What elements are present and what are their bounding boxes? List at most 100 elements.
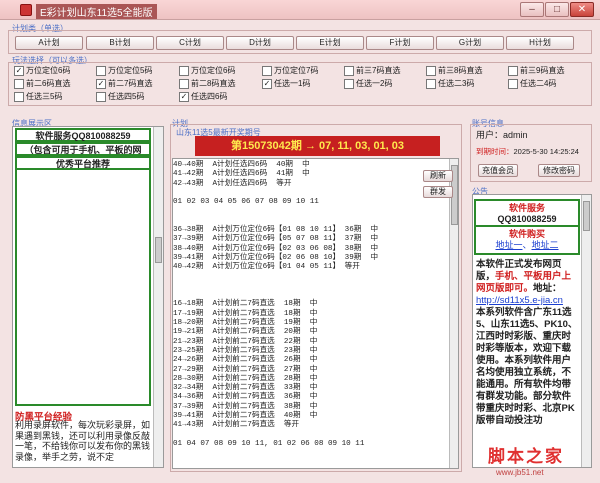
watermark-site: www.jb51.net — [496, 468, 544, 477]
checkbox-box[interactable] — [426, 65, 436, 76]
checkbox-box[interactable] — [262, 78, 272, 89]
play-option-label: 前二8码直选 — [191, 79, 236, 88]
play-option-checkbox[interactable]: 任选三5码 — [14, 91, 62, 102]
play-option-label: 前三8码直选 — [438, 66, 483, 75]
play-option-checkbox[interactable]: 任选二3码 — [426, 78, 474, 89]
expiry-row: 到期时间：2025-5-30 14:25:24 — [476, 146, 579, 157]
play-option-checkbox[interactable]: 万位定位5码 — [96, 65, 152, 76]
checkbox-box[interactable] — [14, 78, 24, 89]
group-send-button[interactable]: 群发 — [423, 186, 453, 198]
checkbox-box[interactable] — [14, 91, 24, 102]
notice-scroll-thumb[interactable] — [583, 201, 590, 231]
plan-text-area[interactable]: 40→40期 A计划任选四6码 40期 中 41→42期 A计划任选四6码 41… — [172, 158, 459, 469]
info-scrollbar[interactable] — [153, 127, 163, 467]
title-bar: E彩计划山东11选5全能版 – □ ✕ — [0, 0, 600, 20]
plan-scrollbar[interactable] — [449, 159, 458, 468]
checkbox-box[interactable] — [179, 91, 189, 102]
recommend-title: 优秀平台推荐 — [15, 156, 151, 170]
checkbox-box[interactable] — [179, 78, 189, 89]
play-option-checkbox[interactable]: 任选四6码 — [179, 91, 227, 102]
notice-panel: 软件服务 QQ810088259 软件购买 地址一、地址二 本软件正式发布网页版… — [472, 194, 592, 468]
service-subtitle: （包含可用于手机、平板的网 — [15, 142, 151, 156]
app-icon — [20, 4, 32, 16]
recharge-button[interactable]: 充值会员 — [478, 164, 518, 177]
play-option-checkbox[interactable]: 任选二4码 — [508, 78, 556, 89]
play-option-checkbox[interactable]: 万位定位6码 — [179, 65, 235, 76]
user-row: 用户：admin — [476, 128, 528, 141]
play-option-label: 前二6码直选 — [26, 79, 71, 88]
play-option-checkbox[interactable]: 前二6码直选 — [14, 78, 70, 89]
checkbox-box[interactable] — [96, 78, 106, 89]
user-label: 用户： — [476, 130, 504, 140]
play-option-label: 任选二4码 — [520, 79, 557, 88]
maximize-button[interactable]: □ — [545, 2, 569, 17]
plan-f-button[interactable]: F计划 — [366, 36, 434, 50]
play-option-checkbox[interactable]: 任选一2码 — [344, 78, 392, 89]
play-option-label: 任选三5码 — [26, 92, 63, 101]
plan-a-button[interactable]: A计划 — [15, 36, 83, 50]
close-button[interactable]: ✕ — [570, 2, 594, 17]
notice-body: 本软件正式发布网页版，手机、平板用户上网页版即可。地址： http://sd11… — [476, 259, 580, 427]
info-scroll-thumb[interactable] — [155, 237, 162, 263]
info-panel: 软件服务QQ810088259 （包含可用于手机、平板的网 优秀平台推荐 防黑平… — [12, 126, 164, 468]
play-option-checkbox[interactable]: 万位定位7码 — [262, 65, 318, 76]
checkbox-box[interactable] — [96, 91, 106, 102]
plan-h-button[interactable]: H计划 — [506, 36, 574, 50]
plan-b-button[interactable]: B计划 — [86, 36, 154, 50]
play-option-label: 万位定位6码 — [191, 66, 236, 75]
play-option-checkbox[interactable]: 前二8码直选 — [179, 78, 235, 89]
service-qq: 软件服务QQ810088259 — [15, 128, 151, 142]
play-options: 万位定位6码 万位定位5码 万位定位6码 万位定位7码 前三7码直选 前三8码直选 前三9码… — [14, 65, 589, 105]
recommend-box — [15, 170, 151, 406]
play-option-label: 万位定位6码 — [26, 66, 71, 75]
plan-e-button[interactable]: E计划 — [296, 36, 364, 50]
play-option-label: 前三9码直选 — [520, 66, 565, 75]
checkbox-box[interactable] — [508, 78, 518, 89]
plan-c-button[interactable]: C计划 — [156, 36, 224, 50]
notice-url-link[interactable]: http://sd11x5.e-jia.cn — [476, 295, 563, 306]
play-option-label: 任选二3码 — [438, 79, 475, 88]
checkbox-box[interactable] — [262, 65, 272, 76]
change-password-button[interactable]: 修改密码 — [538, 164, 580, 177]
latest-draw-banner: 第15073042期 → 07, 11, 03, 01, 03 — [195, 136, 440, 156]
checkbox-box[interactable] — [344, 78, 354, 89]
checkbox-box[interactable] — [14, 65, 24, 76]
play-option-checkbox[interactable]: 前二7码直选 — [96, 78, 152, 89]
play-option-label: 任选四6码 — [191, 92, 228, 101]
checkbox-box[interactable] — [426, 78, 436, 89]
play-option-checkbox[interactable]: 任选四5码 — [96, 91, 144, 102]
notice-qq: QQ810088259 — [497, 214, 557, 224]
window-title: E彩计划山东11选5全能版 — [36, 4, 157, 19]
play-option-label: 任选一1码 — [274, 79, 311, 88]
notice-scrollbar[interactable] — [581, 195, 591, 467]
expiry-time: 2025-5-30 14:25:24 — [513, 147, 579, 156]
notice-buy-box: 软件购买 地址一、地址二 — [474, 227, 580, 255]
play-option-checkbox[interactable]: 前三7码直选 — [344, 65, 400, 76]
play-option-label: 前二7码直选 — [108, 79, 153, 88]
play-option-label: 万位定位5码 — [108, 66, 153, 75]
address-two-link[interactable]: 地址二 — [532, 240, 559, 250]
checkbox-box[interactable] — [508, 65, 518, 76]
play-option-label: 任选一2码 — [356, 79, 393, 88]
checkbox-box[interactable] — [179, 65, 189, 76]
watermark-logo: 脚本之家 — [488, 447, 564, 466]
expiry-label: 到期时间： — [476, 147, 514, 156]
address-one-link[interactable]: 地址一 — [495, 240, 522, 250]
play-option-label: 万位定位7码 — [274, 66, 319, 75]
play-option-label: 任选四5码 — [108, 92, 145, 101]
plan-text: 40→40期 A计划任选四6码 40期 中 41→42期 A计划任选四6码 41… — [173, 161, 379, 448]
play-option-checkbox[interactable]: 前三8码直选 — [426, 65, 482, 76]
user-name: admin — [503, 130, 528, 140]
plan-g-button[interactable]: G计划 — [436, 36, 504, 50]
refresh-button[interactable]: 刷新 — [423, 170, 453, 182]
play-option-checkbox[interactable]: 前三9码直选 — [508, 65, 564, 76]
fraud-text: 利用录屏软件，每次玩彩录屏，如果遇到黑钱，还可以利用录像反敲一笔，不给钱你可以发… — [15, 420, 151, 462]
checkbox-box[interactable] — [96, 65, 106, 76]
plan-d-button[interactable]: D计划 — [226, 36, 294, 50]
notice-body-2: 地址： — [533, 283, 562, 294]
minimize-button[interactable]: – — [520, 2, 544, 17]
play-option-checkbox[interactable]: 万位定位6码 — [14, 65, 70, 76]
play-option-checkbox[interactable]: 任选一1码 — [262, 78, 310, 89]
checkbox-box[interactable] — [344, 65, 354, 76]
notice-body-3: 本系列软件含广东11选5、山东11选5、PK10、江西时时彩版、重庆时时彩等版本… — [476, 307, 578, 426]
